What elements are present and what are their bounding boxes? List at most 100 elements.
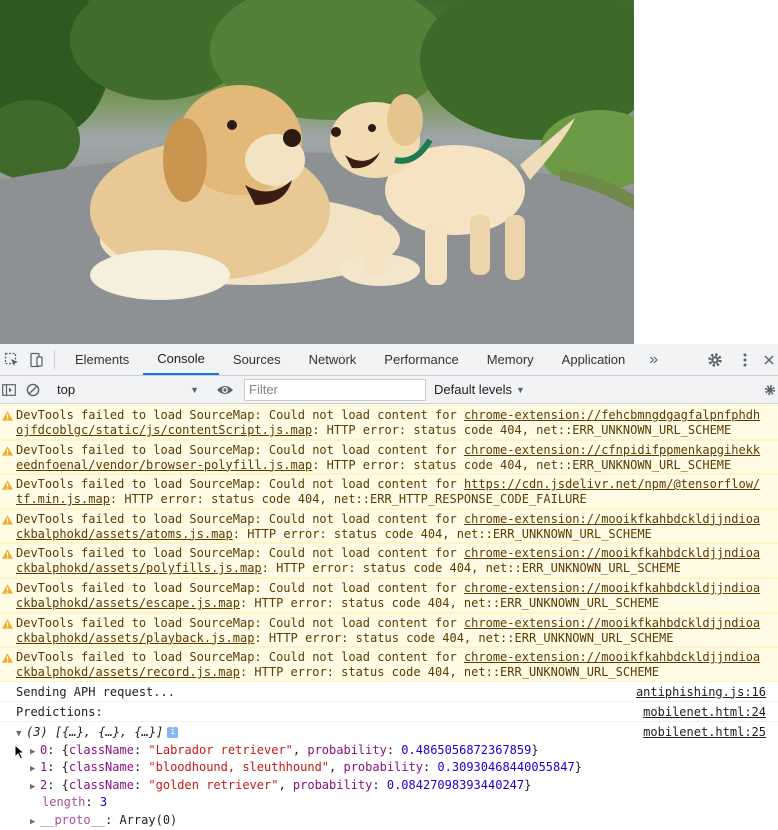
dogs-photo-illustration [0, 0, 634, 344]
warning-error-text: : HTTP error: status code 404, net::ERR_… [312, 423, 732, 437]
settings-gear-icon[interactable] [700, 352, 730, 368]
warning-error-text: : HTTP error: status code 404, net::ERR_… [239, 665, 659, 680]
warning-url-link[interactable]: chrome-extension://fehcbmngdgagfalpnfphd… [464, 408, 760, 422]
console-warning: DevTools failed to load SourceMap: Could… [0, 405, 778, 440]
class-name-value: "bloodhound, sleuthhound" [148, 760, 330, 775]
warning-url-link[interactable]: chrome-extension://cfnpidifppmenkapgihek… [464, 443, 760, 457]
console-warning: DevTools failed to load SourceMap: Could… [0, 647, 778, 682]
tab-memory[interactable]: Memory [473, 344, 548, 375]
warning-url-link[interactable]: ckbalphokd/assets/atoms.js.map [16, 527, 233, 541]
expand-triangle-right-icon: ▶ [30, 816, 36, 827]
warning-url-link[interactable]: chrome-extension://mooikfkahbdckldjjndio… [464, 512, 760, 526]
warning-url-link[interactable]: chrome-extension://mooikfkahbdckldjjndio… [464, 650, 760, 664]
execution-context-value: top [57, 382, 76, 397]
log-source-link[interactable]: antiphishing.js:16 [636, 682, 766, 701]
warning-url-link[interactable]: ckbalphokd/assets/playback.js.map [16, 631, 254, 645]
console-output: DevTools failed to load SourceMap: Could… [0, 405, 778, 830]
log-levels-label: Default levels [434, 382, 513, 397]
tab-sources[interactable]: Sources [219, 344, 295, 375]
console-warning: DevTools failed to load SourceMap: Could… [0, 474, 778, 509]
array-length-row: length: 3 [42, 795, 108, 810]
warning-error-text: : HTTP error: status code 404, net::ERR_… [109, 492, 587, 507]
warning-message: DevTools failed to load SourceMap: Could… [16, 650, 464, 665]
predictions-array-log: ▼ (3) [{…}, {…}, {…}] i mobilenet.html:25 [0, 722, 778, 742]
warning-url-link[interactable]: chrome-extension://mooikfkahbdckldjjndio… [464, 546, 760, 560]
probability-value: 0.08427098393440247 [386, 777, 525, 792]
tab-performance[interactable]: Performance [370, 344, 472, 375]
array-summary-toggle[interactable]: ▼ (3) [{…}, {…}, {…}] i [16, 722, 179, 742]
warning-url-link[interactable]: tf.min.js.map [16, 492, 110, 506]
tab-network[interactable]: Network [295, 344, 371, 375]
warning-icon [2, 618, 13, 629]
console-log-aph: Sending APH request... antiphishing.js:1… [0, 682, 778, 702]
expand-triangle-down-icon: ▼ [16, 728, 22, 739]
warning-url-link[interactable]: https://cdn.jsdelivr.net/npm/@tensorflow… [464, 477, 760, 491]
show-sidebar-icon[interactable] [0, 383, 18, 397]
array-item-row[interactable]: ▶ 1: {className: "bloodhound, sleuthhound… [0, 759, 778, 777]
log-message: Sending APH request... [16, 684, 175, 699]
class-name-value: "golden retriever" [148, 777, 279, 792]
warning-message: DevTools failed to load SourceMap: Could… [16, 442, 464, 457]
warning-icon [2, 653, 13, 663]
warning-message: DevTools failed to load SourceMap: Could… [16, 615, 464, 630]
tab-elements[interactable]: Elements [61, 344, 143, 375]
more-tabs-icon[interactable]: » [639, 344, 668, 375]
console-warning: DevTools failed to load SourceMap: Could… [0, 508, 778, 544]
warning-url-link[interactable]: chrome-extension://mooikfkahbdckldjjndio… [464, 581, 760, 595]
close-devtools-icon[interactable] [760, 354, 778, 365]
warning-message: DevTools failed to load SourceMap: Could… [16, 477, 464, 492]
execution-context-select[interactable]: top ▼ [53, 379, 205, 401]
inspect-element-icon[interactable] [0, 344, 24, 375]
console-toolbar: top ▼ Default levels ▼ [0, 376, 778, 404]
probability-value: 0.4865056872367859 [401, 742, 532, 757]
probability-value: 0.30930468440055847 [437, 760, 575, 775]
warning-message: DevTools failed to load SourceMap: Could… [16, 511, 464, 526]
warning-icon [2, 584, 13, 594]
webpage-blank-area [634, 0, 778, 344]
tab-console[interactable]: Console [143, 344, 219, 375]
live-expression-eye-icon[interactable] [210, 384, 240, 396]
array-summary: (3) [{…}, {…}, {…}] [26, 724, 164, 739]
warning-url-link[interactable]: eednfoenal/vendor/browser-polyfill.js.ma… [16, 458, 312, 472]
warning-icon [2, 549, 13, 559]
array-item-row[interactable]: ▶ 0: {className: "Labrador retriever", pr… [0, 742, 778, 760]
log-levels-dropdown[interactable]: Default levels ▼ [434, 382, 525, 397]
warning-message: DevTools failed to load SourceMap: Could… [16, 408, 464, 422]
warning-error-text: : HTTP error: status code 404, net::ERR_… [254, 630, 674, 645]
device-toolbar-icon[interactable] [24, 344, 48, 375]
array-item-row[interactable]: ▶ 2: {className: "golden retriever", prob… [0, 777, 778, 795]
console-settings-gear-icon[interactable] [762, 384, 778, 396]
class-name-value: "Labrador retriever" [148, 742, 293, 757]
warning-icon [2, 446, 13, 456]
warning-url-link[interactable]: ckbalphokd/assets/escape.js.map [16, 596, 240, 610]
console-warning: DevTools failed to load SourceMap: Could… [0, 612, 778, 648]
console-log-predictions: Predictions: mobilenet.html:24 [0, 702, 778, 722]
kebab-menu-icon[interactable] [730, 353, 760, 367]
warning-url-link[interactable]: ckbalphokd/assets/polyfills.js.map [16, 561, 262, 575]
warning-url-link[interactable]: ckbalphokd/assets/record.js.map [16, 665, 240, 679]
warning-url-link[interactable]: ojfdcoblgc/static/js/contentScript.js.ma… [16, 423, 312, 437]
chevron-down-icon: ▼ [190, 384, 199, 395]
warning-icon [2, 411, 13, 421]
length-value: 3 [99, 795, 108, 810]
warning-message: DevTools failed to load SourceMap: Could… [16, 580, 464, 595]
console-filter-input[interactable] [244, 378, 426, 401]
warning-message: DevTools failed to load SourceMap: Could… [16, 546, 464, 561]
log-source-link[interactable]: mobilenet.html:24 [643, 702, 766, 721]
warning-icon [2, 515, 13, 525]
console-warning: DevTools failed to load SourceMap: Could… [0, 543, 778, 578]
proto-value: Array(0) [119, 812, 178, 827]
tab-application[interactable]: Application [548, 344, 640, 375]
array-proto-row[interactable]: ▶ __proto__: Array(0) [0, 812, 778, 830]
warning-icon [2, 480, 13, 490]
warning-error-text: : HTTP error: status code 404, net::ERR_… [232, 526, 652, 541]
warning-url-link[interactable]: chrome-extension://mooikfkahbdckldjjndio… [464, 616, 760, 630]
warning-error-text: : HTTP error: status code 404, net::ERR_… [239, 595, 659, 610]
warning-error-text: : HTTP error: status code 404, net::ERR_… [261, 561, 681, 576]
webpage-image-dogs [0, 0, 634, 344]
console-warning: DevTools failed to load SourceMap: Could… [0, 577, 778, 613]
clear-console-icon[interactable] [18, 383, 48, 397]
log-source-link[interactable]: mobilenet.html:25 [643, 722, 766, 742]
devtools-tab-bar: Elements Console Sources Network Perform… [0, 344, 778, 376]
proto-key: __proto__ [40, 812, 106, 827]
